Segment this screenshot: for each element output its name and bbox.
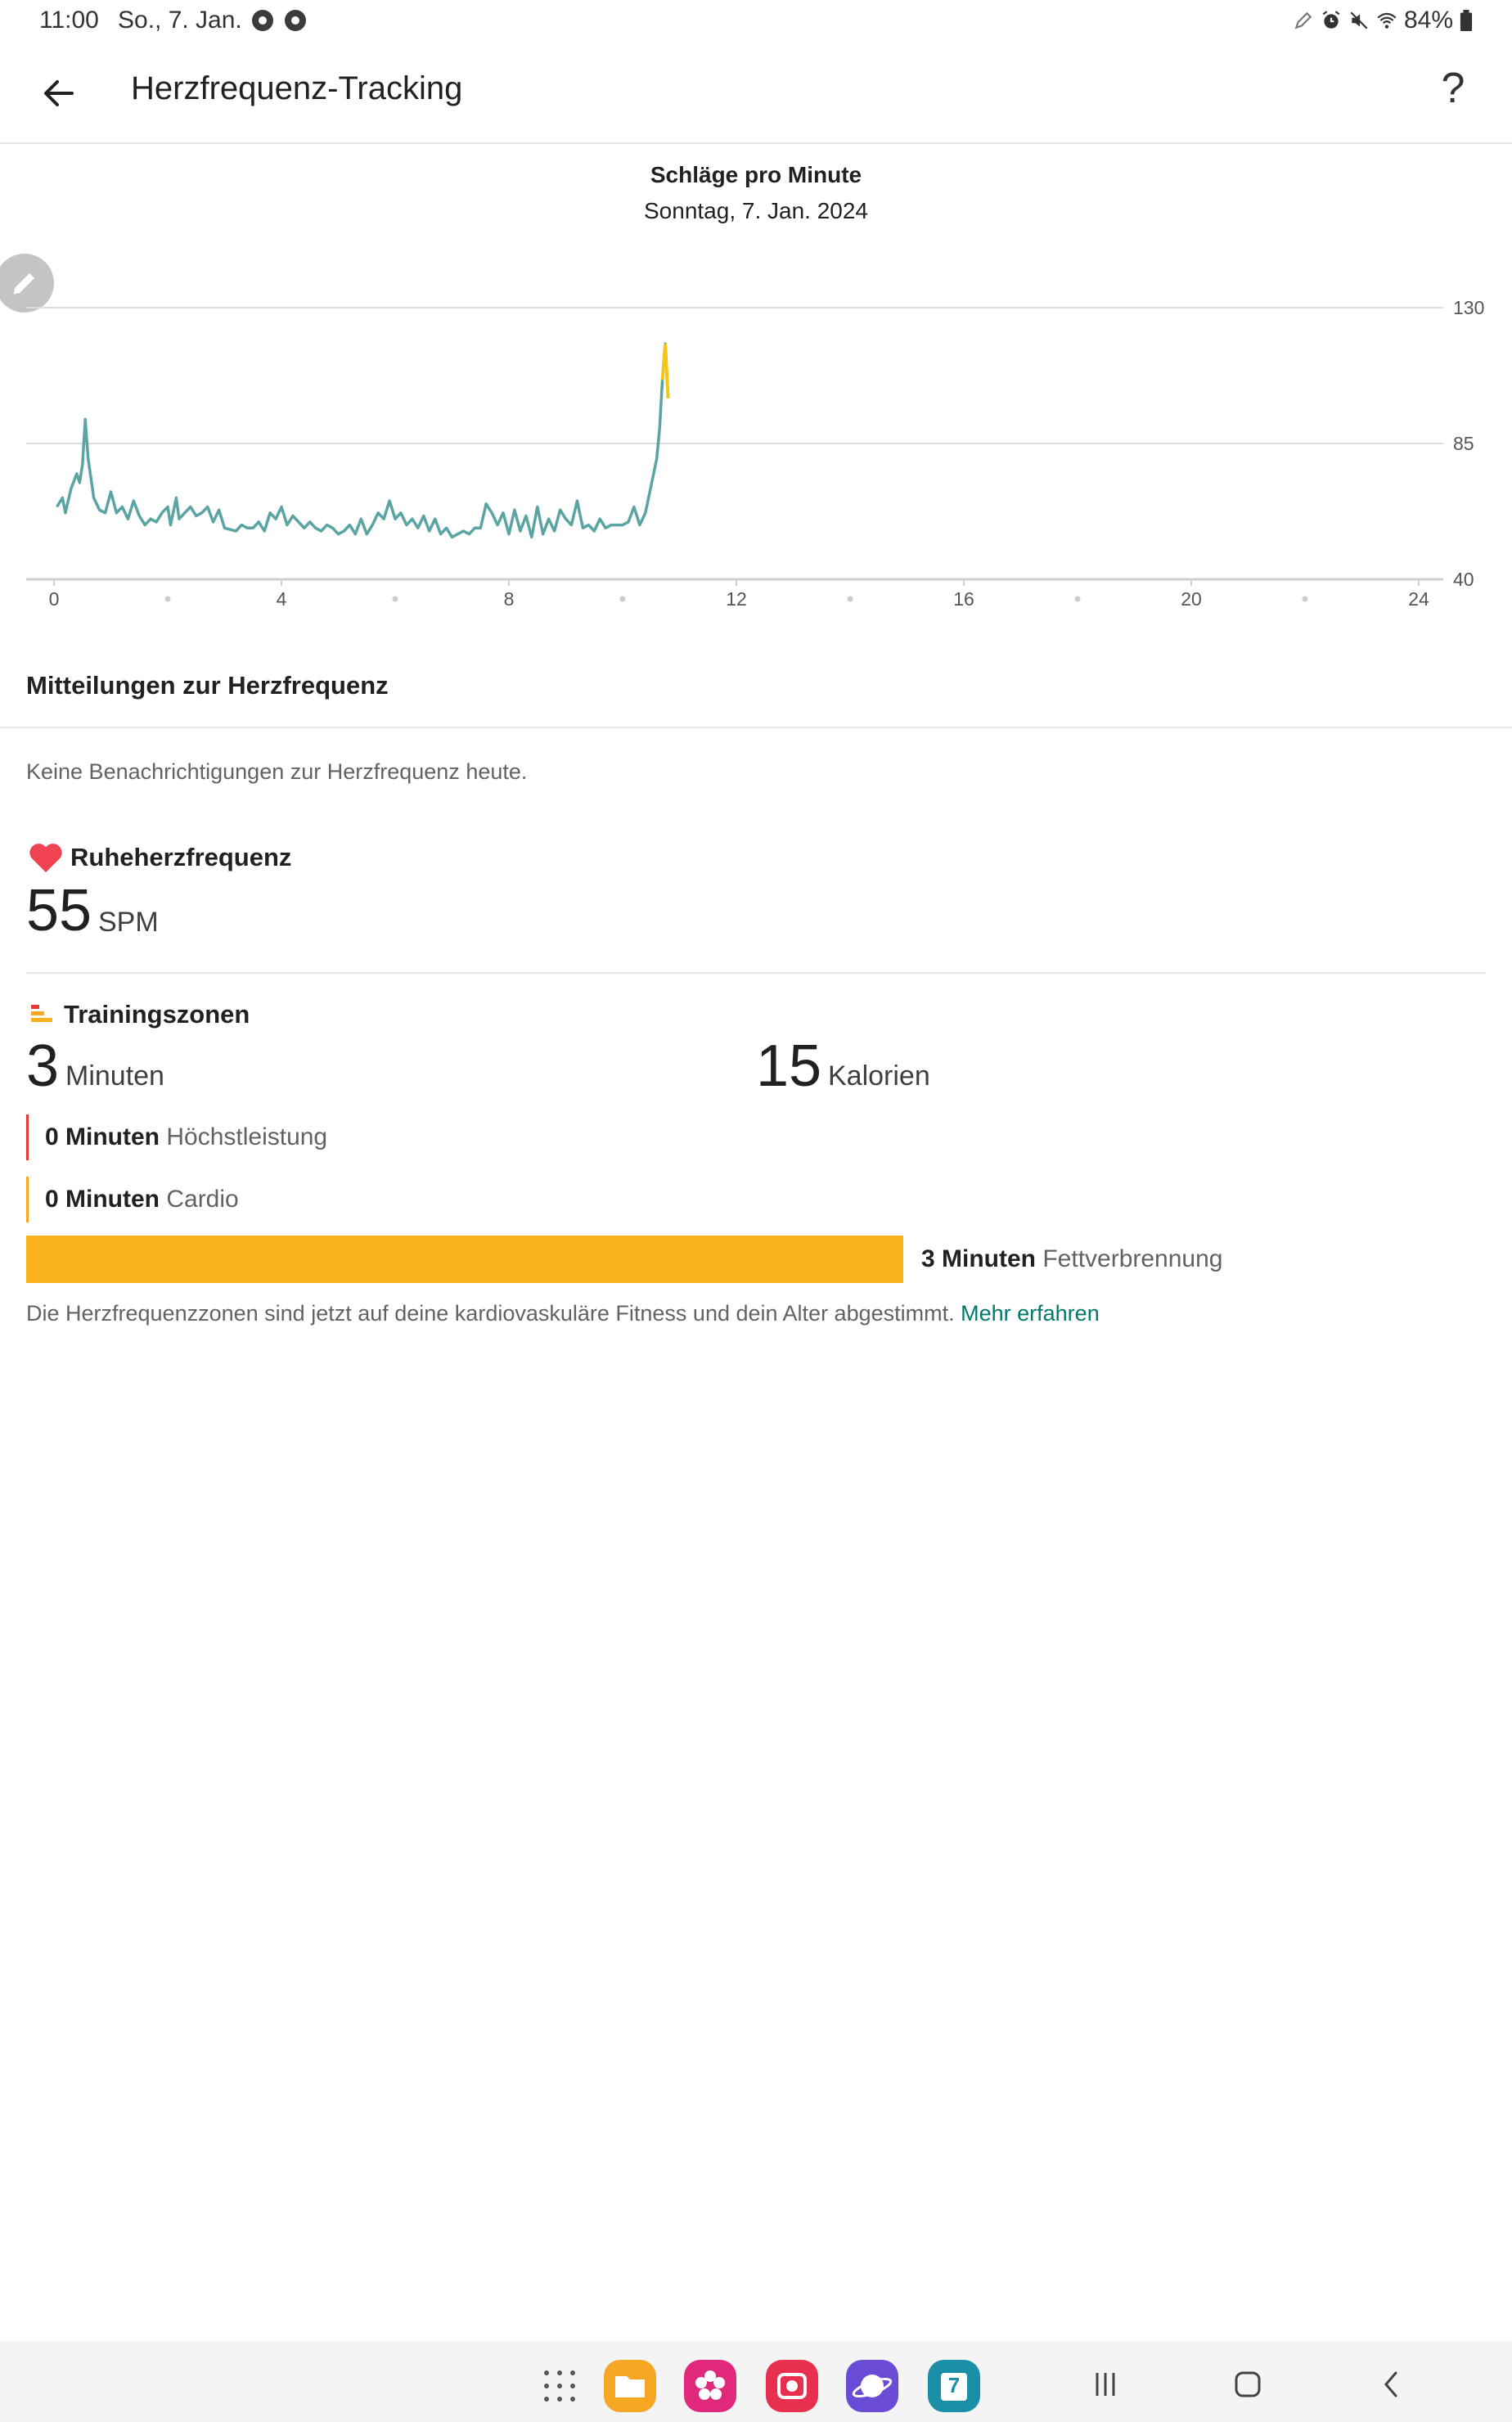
notifications-empty-text: Keine Benachrichtigungen zur Herzfrequen…	[26, 759, 528, 784]
chrome-icon	[285, 10, 306, 31]
zone-minutes-value: 3	[26, 1033, 60, 1099]
y-tick-label: 40	[1453, 569, 1474, 590]
internet-icon[interactable]	[846, 2360, 898, 2412]
zone-row-peak: 0 Minuten Höchstleistung	[26, 1114, 327, 1160]
pen-icon	[1294, 11, 1312, 29]
zone-calories-unit: Kalorien	[828, 1060, 930, 1092]
status-bar: 11:00 So., 7. Jan. 84%	[0, 0, 1512, 43]
zones-note-text: Die Herzfrequenzzonen sind jetzt auf dei…	[26, 1301, 955, 1326]
learn-more-link[interactable]: Mehr erfahren	[961, 1301, 1100, 1326]
x-minor-dot	[1302, 596, 1308, 602]
zone-color-marker	[26, 1114, 29, 1160]
navigation-bar: 7	[0, 2342, 1512, 2422]
notifications-heading: Mitteilungen zur Herzfrequenz	[26, 671, 389, 700]
x-minor-dot	[1074, 596, 1081, 602]
x-tick-label: 24	[1408, 588, 1429, 610]
app-bar: Herzfrequenz-Tracking ?	[0, 43, 1512, 144]
files-icon[interactable]	[604, 2360, 656, 2412]
zone-name: Fettverbrennung	[1042, 1245, 1223, 1272]
page-title: Herzfrequenz-Tracking	[131, 70, 463, 106]
battery-icon	[1460, 10, 1473, 31]
planet-icon	[852, 2375, 893, 2398]
zone-name: Cardio	[166, 1186, 239, 1213]
x-tick-label: 8	[504, 588, 515, 610]
x-minor-dot	[619, 596, 626, 602]
x-tick-label: 0	[49, 588, 60, 610]
camera-icon	[777, 2373, 807, 2399]
recents-icon[interactable]	[1085, 2366, 1126, 2402]
fat-burn-bar	[26, 1236, 903, 1283]
x-tick-label: 20	[1181, 588, 1202, 610]
zone-color-marker	[26, 1177, 29, 1222]
home-icon[interactable]	[1227, 2366, 1268, 2402]
screen-recorder-icon[interactable]	[766, 2360, 818, 2412]
x-minor-dot	[847, 596, 853, 602]
resting-hr-value: 55	[26, 878, 92, 943]
x-tick-label: 4	[277, 588, 287, 610]
app-drawer-icon[interactable]	[542, 2368, 578, 2404]
divider	[0, 727, 1512, 728]
heart-rate-peak-segment	[660, 344, 670, 398]
heart-rate-line	[56, 342, 670, 539]
x-minor-dot	[164, 596, 171, 602]
mute-icon	[1350, 11, 1368, 29]
zone-minutes-unit: Minuten	[65, 1060, 164, 1092]
y-tick-label: 85	[1453, 433, 1474, 454]
help-button[interactable]: ?	[1427, 64, 1479, 121]
alarm-icon	[1322, 11, 1340, 29]
zone-amount: 0 Minuten	[45, 1186, 160, 1213]
zones-note: Die Herzfrequenzzonen sind jetzt auf dei…	[26, 1301, 1100, 1326]
heart-rate-chart[interactable]: 40 85 130 0 4 8 12 16 20 24	[0, 286, 1512, 622]
status-date: So., 7. Jan.	[118, 7, 242, 34]
back-button[interactable]	[33, 67, 85, 119]
zone-row-fat-burn: 3 Minuten Fettverbrennung	[921, 1245, 1222, 1273]
heart-icon	[29, 844, 62, 873]
y-tick-label: 130	[1453, 297, 1484, 318]
x-minor-dot	[392, 596, 398, 602]
zone-name: Höchstleistung	[166, 1123, 328, 1150]
calendar-icon[interactable]: 7	[928, 2360, 980, 2412]
battery-percent: 84%	[1403, 7, 1453, 34]
zone-calories-value: 15	[756, 1033, 822, 1099]
gallery-icon[interactable]	[684, 2360, 736, 2412]
back-icon[interactable]	[1371, 2366, 1412, 2402]
arrow-back-icon	[44, 80, 74, 106]
chrome-icon	[252, 10, 273, 31]
flower-icon	[695, 2370, 725, 2400]
status-time: 11:00	[39, 7, 99, 34]
resting-hr-unit: SPM	[98, 907, 159, 938]
x-tick-label: 12	[726, 588, 747, 610]
status-icons: 84%	[1293, 7, 1473, 34]
chart-title: Schläge pro Minute	[650, 162, 862, 187]
x-tick-label: 16	[953, 588, 974, 610]
resting-hr-label[interactable]: Ruheherzfrequenz	[70, 843, 291, 872]
zone-row-cardio: 0 Minuten Cardio	[26, 1177, 239, 1222]
chart-subtitle: Sonntag, 7. Jan. 2024	[644, 198, 868, 223]
zone-text: 0 Minuten Höchstleistung	[45, 1123, 327, 1151]
wifi-icon	[1377, 12, 1397, 29]
folder-icon	[615, 2376, 645, 2397]
training-zones-icon	[31, 1005, 52, 1022]
divider	[26, 972, 1486, 974]
zone-text: 0 Minuten Cardio	[45, 1186, 239, 1213]
zone-amount: 3 Minuten	[921, 1245, 1036, 1272]
training-zones-label[interactable]: Trainingszonen	[64, 1000, 250, 1029]
calendar-day: 7	[947, 2373, 961, 2397]
zone-amount: 0 Minuten	[45, 1123, 160, 1150]
